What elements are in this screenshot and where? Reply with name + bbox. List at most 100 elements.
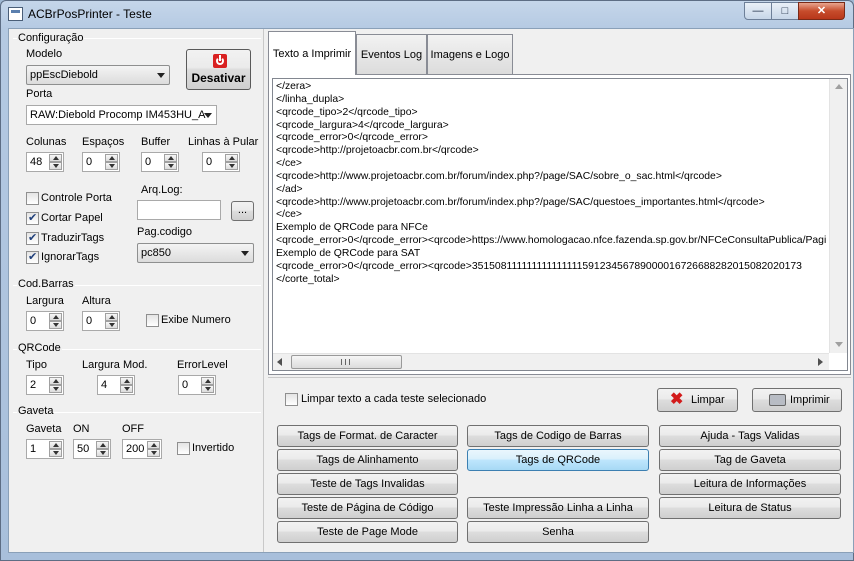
spin-down-icon[interactable] bbox=[120, 385, 133, 393]
tags-qrcode-button[interactable]: Tags de QRCode bbox=[467, 449, 649, 471]
cortar-papel-label: Cortar Papel bbox=[41, 212, 103, 224]
minimize-button[interactable]: — bbox=[744, 2, 772, 20]
scroll-left-icon[interactable] bbox=[277, 358, 282, 366]
tags-alinhamento-button[interactable]: Tags de Alinhamento bbox=[277, 449, 458, 471]
spin-down-icon[interactable] bbox=[225, 162, 238, 170]
tipo-label: Tipo bbox=[26, 359, 47, 371]
invertido-checkbox[interactable] bbox=[177, 442, 190, 455]
text-line: <qrcode_error>0</qrcode_error><qrcode>ht… bbox=[276, 235, 826, 247]
spin-down-icon[interactable] bbox=[201, 385, 214, 393]
scroll-up-icon[interactable] bbox=[835, 84, 843, 89]
left-panel: Configuração Modelo ppEscDiebold Desativ… bbox=[9, 29, 264, 552]
minimize-icon: — bbox=[752, 5, 764, 17]
horizontal-scrollbar[interactable] bbox=[273, 353, 829, 370]
spin-up-icon[interactable] bbox=[105, 154, 118, 162]
controle-porta-checkbox[interactable] bbox=[26, 192, 39, 205]
teste-page-mode-button[interactable]: Teste de Page Mode bbox=[277, 521, 458, 543]
ajuda-tags-button[interactable]: Ajuda - Tags Validas bbox=[659, 425, 841, 447]
spin-up-icon[interactable] bbox=[225, 154, 238, 162]
gaveta-stepper[interactable]: 1 bbox=[26, 439, 64, 459]
spin-up-icon[interactable] bbox=[49, 441, 62, 449]
largura-label: Largura bbox=[26, 295, 64, 307]
buffer-label: Buffer bbox=[141, 136, 171, 148]
scroll-thumb[interactable] bbox=[291, 355, 402, 369]
largura-mod-stepper[interactable]: 4 bbox=[97, 375, 135, 395]
print-text-content: </zera> </linha_dupla> <qrcode_tipo>2</qrc… bbox=[276, 81, 826, 349]
exibe-numero-checkbox[interactable] bbox=[146, 314, 159, 327]
teste-linha-a-linha-button[interactable]: Teste Impressão Linha a Linha bbox=[467, 497, 649, 519]
spin-up-icon[interactable] bbox=[120, 377, 133, 385]
maximize-button[interactable]: □ bbox=[771, 2, 799, 20]
tag-gaveta-button[interactable]: Tag de Gaveta bbox=[659, 449, 841, 471]
title-bar[interactable]: ACBrPosPrinter - Teste — □ ✕ bbox=[1, 1, 853, 27]
porta-select[interactable]: RAW:Diebold Procomp IM453HU_A bbox=[26, 105, 217, 125]
spin-down-icon[interactable] bbox=[164, 162, 177, 170]
chevron-down-icon bbox=[241, 251, 249, 256]
spin-up-icon[interactable] bbox=[201, 377, 214, 385]
spin-up-icon[interactable] bbox=[147, 441, 160, 449]
print-text-area[interactable]: </zera> </linha_dupla> <qrcode_tipo>2</qrc… bbox=[272, 78, 848, 371]
ignorar-tags-checkbox[interactable] bbox=[26, 250, 39, 264]
traduzir-tags-label: TraduzirTags bbox=[41, 232, 105, 244]
gaveta-group-label: Gaveta bbox=[17, 405, 55, 417]
spin-down-icon[interactable] bbox=[49, 385, 62, 393]
tipo-stepper[interactable]: 2 bbox=[26, 375, 64, 395]
tags-codbarras-button[interactable]: Tags de Codigo de Barras bbox=[467, 425, 649, 447]
cortar-papel-checkbox[interactable] bbox=[26, 211, 39, 225]
imprimir-button[interactable]: Imprimir bbox=[752, 388, 842, 412]
spin-down-icon[interactable] bbox=[49, 449, 62, 457]
scroll-right-icon[interactable] bbox=[818, 358, 823, 366]
tab-label: Texto a Imprimir bbox=[272, 48, 352, 60]
desativar-button[interactable]: Desativar bbox=[186, 49, 251, 90]
spin-down-icon[interactable] bbox=[49, 321, 62, 329]
spin-up-icon[interactable] bbox=[164, 154, 177, 162]
vertical-scrollbar[interactable] bbox=[829, 79, 847, 353]
spin-up-icon[interactable] bbox=[49, 313, 62, 321]
codbarras-group-label: Cod.Barras bbox=[17, 278, 75, 290]
colunas-value: 48 bbox=[30, 156, 43, 168]
browse-button[interactable]: ... bbox=[231, 201, 254, 221]
on-stepper[interactable]: 50 bbox=[73, 439, 111, 459]
text-line: <qrcode_error>0</qrcode_error><qrcode>35… bbox=[276, 260, 802, 272]
limpar-button[interactable]: ✖ Limpar bbox=[657, 388, 738, 412]
spin-up-icon[interactable] bbox=[105, 313, 118, 321]
senha-button[interactable]: Senha bbox=[467, 521, 649, 543]
tab-texto-a-imprimir[interactable]: Texto a Imprimir bbox=[268, 31, 356, 75]
spin-down-icon[interactable] bbox=[49, 162, 62, 170]
off-value: 200 bbox=[126, 443, 145, 455]
off-stepper[interactable]: 200 bbox=[122, 439, 162, 459]
close-button[interactable]: ✕ bbox=[798, 2, 845, 20]
arqlog-input[interactable] bbox=[137, 200, 221, 220]
spin-up-icon[interactable] bbox=[49, 377, 62, 385]
error-level-label: ErrorLevel bbox=[177, 359, 228, 371]
leitura-informacoes-button[interactable]: Leitura de Informações bbox=[659, 473, 841, 495]
colunas-stepper[interactable]: 48 bbox=[26, 152, 64, 172]
tab-eventos-log[interactable]: Eventos Log bbox=[356, 34, 427, 74]
scroll-down-icon[interactable] bbox=[835, 342, 843, 347]
tags-format-button[interactable]: Tags de Format. de Caracter bbox=[277, 425, 458, 447]
buffer-stepper[interactable]: 0 bbox=[141, 152, 179, 172]
spin-down-icon[interactable] bbox=[105, 321, 118, 329]
pagcodigo-select[interactable]: pc850 bbox=[137, 243, 254, 263]
pagcodigo-label: Pag.codigo bbox=[137, 226, 193, 238]
error-level-stepper[interactable]: 0 bbox=[178, 375, 216, 395]
spin-down-icon[interactable] bbox=[96, 449, 109, 457]
limpar-texto-checkbox[interactable] bbox=[285, 393, 298, 406]
teste-pagina-codigo-button[interactable]: Teste de Página de Código bbox=[277, 497, 458, 519]
largura-stepper[interactable]: 0 bbox=[26, 311, 64, 331]
spin-up-icon[interactable] bbox=[96, 441, 109, 449]
modelo-select[interactable]: ppEscDiebold bbox=[26, 65, 170, 85]
traduzir-tags-checkbox[interactable] bbox=[26, 231, 39, 245]
teste-tags-invalidas-button[interactable]: Teste de Tags Invalidas bbox=[277, 473, 458, 495]
altura-stepper[interactable]: 0 bbox=[82, 311, 120, 331]
spin-up-icon[interactable] bbox=[49, 154, 62, 162]
espacos-stepper[interactable]: 0 bbox=[82, 152, 120, 172]
spin-down-icon[interactable] bbox=[147, 449, 160, 457]
text-line: </linha_dupla> bbox=[276, 93, 345, 105]
text-line: Exemplo de QRCode para SAT bbox=[276, 247, 421, 259]
tab-imagens-e-logo[interactable]: Imagens e Logo bbox=[427, 34, 513, 74]
largura-mod-value: 4 bbox=[101, 379, 108, 391]
leitura-status-button[interactable]: Leitura de Status bbox=[659, 497, 841, 519]
linhas-stepper[interactable]: 0 bbox=[202, 152, 240, 172]
spin-down-icon[interactable] bbox=[105, 162, 118, 170]
